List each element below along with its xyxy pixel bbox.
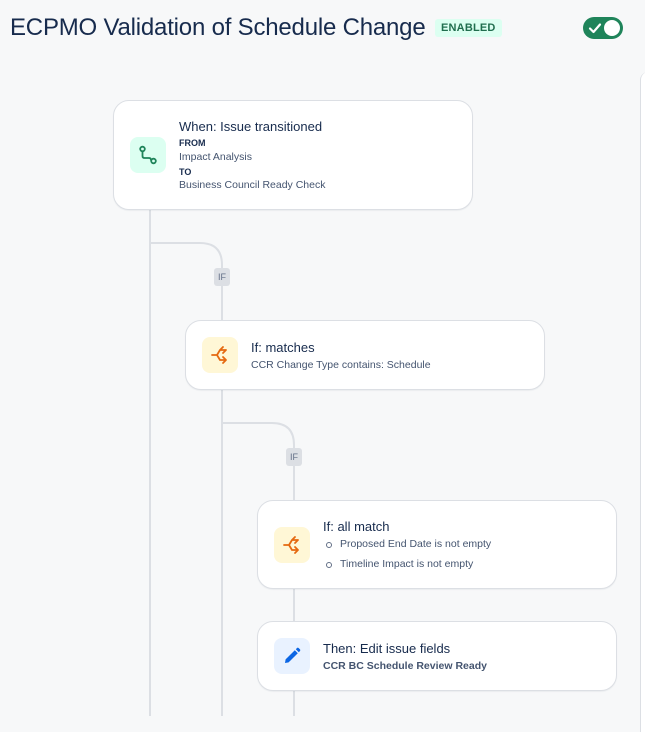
trigger-card[interactable]: When: Issue transitioned FROM Impact Ana… bbox=[113, 100, 473, 210]
action-card-edit-fields[interactable]: Then: Edit issue fields CCR BC Schedule … bbox=[257, 621, 617, 691]
rule-header: ECPMO Validation of Schedule Change ENAB… bbox=[0, 0, 645, 62]
action-title: Then: Edit issue fields bbox=[323, 641, 451, 656]
rule-title: ECPMO Validation of Schedule Change bbox=[10, 14, 426, 41]
branch-condition-icon bbox=[211, 346, 227, 364]
action-icon-box bbox=[274, 638, 310, 674]
condition-card-all-match[interactable]: If: all match Proposed End Date is not e… bbox=[257, 500, 617, 589]
condition-title: If: all match bbox=[323, 519, 390, 534]
bullet-marker bbox=[326, 562, 332, 568]
details-panel-edge bbox=[640, 72, 645, 732]
condition-title: If: matches bbox=[251, 340, 315, 355]
to-label: TO bbox=[179, 167, 192, 177]
condition-item: Timeline Impact is not empty bbox=[340, 558, 474, 570]
condition-detail: CCR Change Type contains: Schedule bbox=[251, 359, 431, 371]
check-icon bbox=[588, 23, 602, 34]
trigger-icon-box bbox=[130, 137, 166, 173]
pencil-icon bbox=[285, 647, 301, 663]
condition-icon-box bbox=[202, 337, 238, 373]
branch-condition-icon bbox=[283, 536, 299, 554]
if-branch-tag: IF bbox=[214, 268, 230, 286]
status-badge: ENABLED bbox=[435, 19, 502, 37]
condition-card-matches[interactable]: If: matches CCR Change Type contains: Sc… bbox=[185, 320, 545, 390]
trigger-title: When: Issue transitioned bbox=[179, 119, 323, 134]
condition-item: Proposed End Date is not empty bbox=[340, 538, 492, 550]
if-branch-tag: IF bbox=[286, 448, 302, 466]
transition-icon bbox=[139, 145, 157, 165]
bullet-marker bbox=[326, 542, 332, 548]
to-status: Business Council Ready Check bbox=[179, 179, 326, 191]
action-detail: CCR BC Schedule Review Ready bbox=[323, 660, 487, 672]
rule-enabled-toggle[interactable] bbox=[583, 17, 623, 39]
from-status: Impact Analysis bbox=[179, 151, 252, 163]
condition-icon-box bbox=[274, 527, 310, 563]
from-label: FROM bbox=[179, 138, 206, 148]
toggle-knob bbox=[604, 20, 620, 36]
